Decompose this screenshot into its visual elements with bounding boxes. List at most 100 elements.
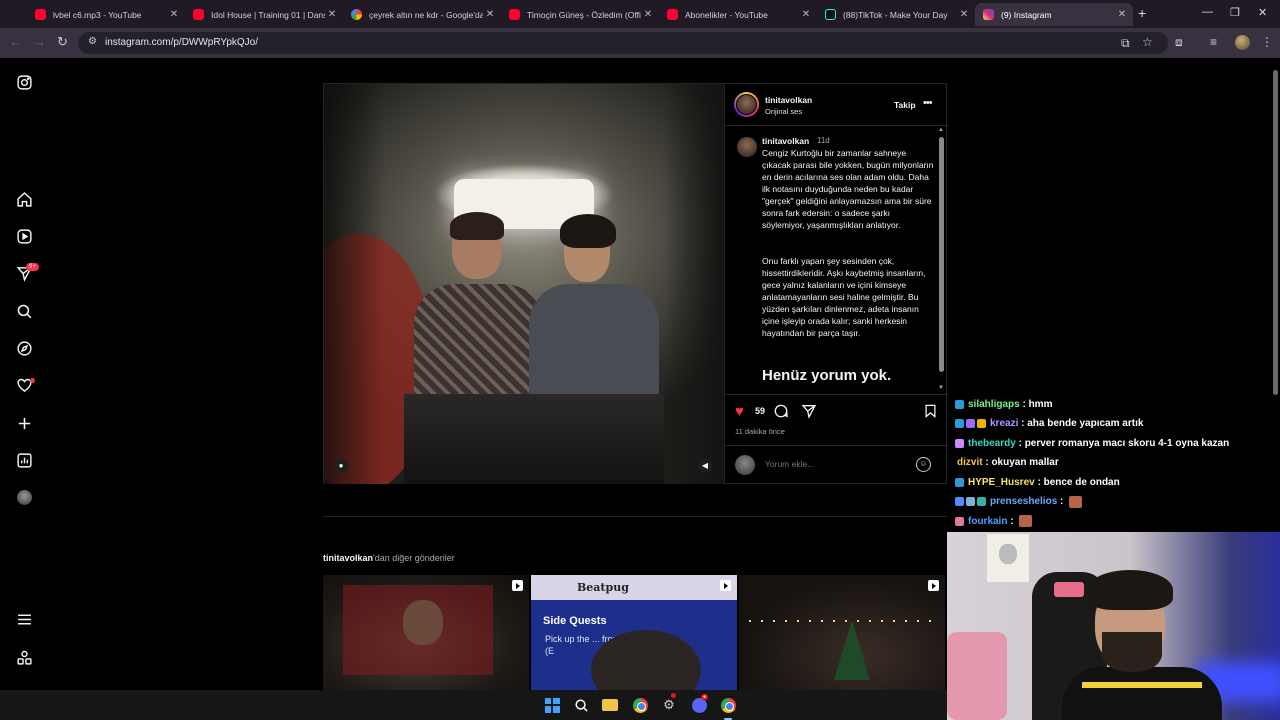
- emoji-picker-icon[interactable]: ☺: [916, 457, 931, 472]
- tab-close-icon[interactable]: ✕: [799, 9, 813, 20]
- browser-tab[interactable]: Abonelikler - YouTube ✕: [659, 3, 817, 26]
- explore-icon[interactable]: [15, 339, 33, 357]
- scroll-up-icon[interactable]: ▲: [938, 127, 944, 133]
- bookmark-star-icon[interactable]: ☆: [1142, 35, 1153, 49]
- more-posts-username[interactable]: tinitavolkan: [323, 553, 373, 563]
- tab-close-icon[interactable]: ✕: [957, 9, 971, 20]
- chat-badge-icon: [977, 497, 986, 506]
- author-username[interactable]: tinitavolkan: [765, 95, 812, 105]
- post-header: tinitavolkan Orijinal ses Takip •••: [725, 84, 948, 126]
- site-info-icon[interactable]: ⚙: [88, 36, 97, 47]
- search-icon[interactable]: [15, 302, 33, 320]
- tab-close-icon[interactable]: ✕: [167, 9, 181, 20]
- caption-paragraph: Onu farklı yapan şey sesinden çok, hisse…: [762, 256, 926, 338]
- browser-tab[interactable]: Timoçin Güneş - Özledim (Offic ✕: [501, 3, 659, 26]
- messages-badge: 9+: [26, 263, 39, 271]
- tagged-users-icon[interactable]: ●: [334, 459, 348, 473]
- chrome-profile-avatar[interactable]: [1235, 35, 1250, 50]
- follow-button[interactable]: Takip: [894, 100, 916, 110]
- more-post-thumbnail[interactable]: [323, 575, 529, 690]
- extensions-icon[interactable]: ⧈: [1175, 35, 1183, 50]
- author-avatar[interactable]: [734, 92, 759, 117]
- profile-avatar[interactable]: [17, 490, 32, 505]
- instagram-logo-icon[interactable]: [15, 73, 33, 91]
- comment-input[interactable]: [765, 459, 905, 469]
- install-app-icon[interactable]: ⧉: [1121, 36, 1130, 51]
- forward-icon[interactable]: →: [33, 34, 46, 49]
- browser-tab[interactable]: çeyrek altın ne kdr - Google'da ✕: [343, 3, 501, 26]
- tab-close-icon[interactable]: ✕: [1115, 9, 1129, 20]
- caption-paragraph: Cengiz Kurtoğlu bir zamanlar sahneye çık…: [762, 148, 934, 230]
- post-video[interactable]: ● ◀: [324, 84, 724, 484]
- chat-separator: :: [1018, 418, 1028, 429]
- post-container: ● ◀ tinitavolkan Orijinal ses Takip ••• …: [323, 83, 948, 484]
- windows-start-icon[interactable]: [542, 695, 562, 715]
- home-icon[interactable]: [15, 190, 33, 208]
- also-from-meta-icon[interactable]: [15, 648, 33, 666]
- page-scrollbar-thumb[interactable]: [1273, 70, 1278, 395]
- caption-scrollbar[interactable]: ▲ ▼: [938, 127, 945, 393]
- scrollbar-thumb[interactable]: [939, 137, 944, 372]
- chat-username: HYPE_Husrev: [968, 476, 1035, 488]
- caption-area: tinitavolkan 11d Cengiz Kurtoğlu bir zam…: [725, 127, 948, 393]
- browser-tab[interactable]: Idol House | Training 01 | Dans ✕: [185, 3, 343, 26]
- chrome-menu-icon[interactable]: ⋮: [1261, 35, 1273, 49]
- discord-app-icon[interactable]: ●: [689, 694, 709, 715]
- caption-time: 11d: [817, 136, 830, 145]
- no-comments-text: Henüz yorum yok.: [762, 367, 892, 384]
- minimize-window-icon[interactable]: —: [1202, 6, 1213, 18]
- share-icon[interactable]: [801, 403, 817, 424]
- audio-source[interactable]: Orijinal ses: [765, 107, 802, 116]
- like-heart-icon[interactable]: ♥: [735, 403, 744, 420]
- reel-icon: [720, 580, 731, 591]
- tab-close-icon[interactable]: ✕: [325, 9, 339, 20]
- new-tab-button[interactable]: +: [1138, 5, 1146, 21]
- address-bar[interactable]: ⚙ instagram.com/p/DWWpRYpkQJo/ ⧉ ☆: [78, 32, 1168, 54]
- scroll-down-icon[interactable]: ▼: [938, 385, 944, 391]
- close-window-icon[interactable]: ✕: [1258, 6, 1267, 19]
- browser-tab[interactable]: lvbel c6.mp3 - YouTube ✕: [27, 3, 185, 26]
- chat-separator: :: [1007, 515, 1017, 527]
- webcam-frame: [1082, 682, 1202, 688]
- reload-icon[interactable]: ↻: [57, 34, 68, 50]
- dashboard-icon[interactable]: [15, 451, 33, 469]
- browser-tab[interactable]: (9) Instagram ✕: [975, 3, 1133, 26]
- windows-search-icon[interactable]: [571, 695, 591, 715]
- more-post-thumbnail[interactable]: Beatpug Side Quests Pick up the ... from…: [531, 575, 737, 690]
- page-scrollbar[interactable]: [1271, 58, 1280, 398]
- comment-icon[interactable]: [773, 403, 789, 424]
- reels-icon[interactable]: [15, 227, 33, 245]
- maximize-window-icon[interactable]: ❐: [1230, 6, 1240, 19]
- chat-message: fourkain :: [955, 513, 1033, 529]
- audio-toggle-icon[interactable]: ◀: [698, 459, 712, 473]
- save-bookmark-icon[interactable]: [923, 403, 938, 424]
- chrome-app-icon[interactable]: [630, 695, 650, 715]
- caption-author-avatar[interactable]: [737, 137, 757, 157]
- tab-close-icon[interactable]: ✕: [641, 9, 655, 20]
- address-url[interactable]: instagram.com/p/DWWpRYpkQJo/: [105, 37, 258, 48]
- chat-message: HYPE_Husrev : bence de ondan: [955, 474, 1120, 490]
- chrome-app-icon-active[interactable]: [718, 695, 738, 720]
- thumbnail-frame: [403, 600, 443, 645]
- section-divider: [323, 516, 947, 517]
- file-explorer-icon[interactable]: [600, 695, 620, 715]
- like-count[interactable]: 59: [755, 406, 765, 416]
- steam-app-icon[interactable]: ⚙: [659, 693, 679, 715]
- caption-username[interactable]: tinitavolkan: [762, 136, 809, 146]
- browser-tab[interactable]: (88)TikTok - Make Your Day ✕: [817, 3, 975, 26]
- post-actions: ♥ 59 11 dakika önce: [725, 394, 948, 444]
- video-frame-shade: [324, 84, 384, 484]
- create-plus-icon[interactable]: [15, 414, 33, 432]
- more-options-icon[interactable]: •••: [923, 97, 933, 109]
- chat-badge-icon: [955, 497, 964, 506]
- back-icon[interactable]: ←: [9, 34, 22, 49]
- video-frame-person: [560, 214, 616, 248]
- youtube-icon: [35, 9, 46, 20]
- media-controls-icon[interactable]: ≡: [1210, 35, 1217, 49]
- chat-message: thebeardy : perver romanya macı skoru 4-…: [955, 435, 1229, 451]
- video-frame-person: [450, 212, 504, 240]
- tab-close-icon[interactable]: ✕: [483, 9, 497, 20]
- more-post-thumbnail[interactable]: [739, 575, 945, 690]
- post-sidebar: tinitavolkan Orijinal ses Takip ••• tini…: [724, 84, 948, 484]
- more-menu-icon[interactable]: [15, 610, 33, 628]
